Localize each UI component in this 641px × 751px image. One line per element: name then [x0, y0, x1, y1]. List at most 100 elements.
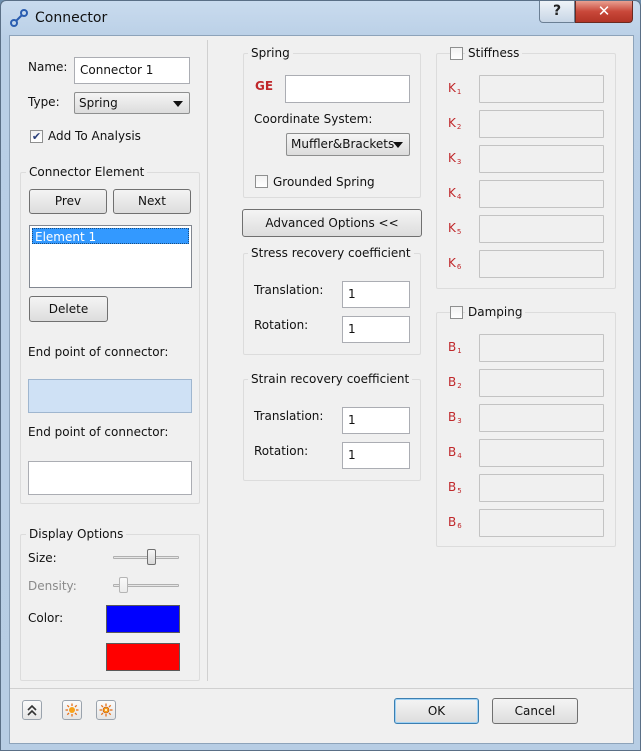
advanced-options-button[interactable]: Advanced Options << — [242, 209, 422, 237]
k-label-4: K4 — [448, 186, 461, 201]
color-swatch-secondary[interactable] — [106, 643, 180, 671]
b-label-subscript: 2 — [457, 382, 462, 390]
strain-rotation-label: Rotation: — [254, 444, 309, 458]
k-label-subscript: 2 — [456, 123, 462, 131]
coordinate-system-select[interactable]: Muffler&Brackets — [286, 133, 410, 156]
help-button[interactable]: ? — [539, 1, 575, 23]
k-input-6[interactable] — [479, 250, 604, 278]
prev-button[interactable]: Prev — [29, 189, 107, 214]
connector-app-icon — [10, 9, 28, 27]
b-label-letter: B — [448, 375, 457, 389]
k-label-letter: K — [448, 221, 456, 235]
ge-label: GE — [255, 79, 274, 93]
panel-divider — [207, 40, 208, 681]
next-button[interactable]: Next — [113, 189, 191, 214]
b-label-5: B5 — [448, 480, 462, 495]
b-label-subscript: 3 — [457, 417, 462, 425]
stress-translation-input[interactable]: 1 — [342, 281, 410, 308]
strain-rotation-input[interactable]: 1 — [342, 442, 410, 469]
window-title: Connector — [35, 10, 108, 26]
k-label-letter: K — [448, 151, 456, 165]
ok-button[interactable]: OK — [394, 698, 479, 724]
k-label-letter: K — [448, 81, 456, 95]
density-label: Density: — [28, 579, 77, 593]
connector-dialog: Connector ? ✕ Name: Connector 1 Type: Sp… — [0, 0, 641, 751]
chevron-down-icon — [173, 101, 183, 107]
grounded-spring-checkbox[interactable] — [255, 175, 268, 188]
title-bar: Connector ? ✕ — [1, 1, 641, 35]
size-slider[interactable] — [147, 549, 157, 565]
coordinate-system-value: Muffler&Brackets — [291, 137, 395, 151]
endpoint1-label: End point of connector: — [28, 345, 169, 359]
b-label-subscript: 1 — [457, 347, 462, 355]
k-label-1: K1 — [448, 81, 461, 96]
k-input-3[interactable] — [479, 145, 604, 173]
b-label-3: B3 — [448, 410, 462, 425]
k-label-letter: K — [448, 116, 456, 130]
delete-button[interactable]: Delete — [29, 296, 108, 322]
k-label-subscript: 3 — [456, 158, 462, 166]
endpoint2-field[interactable] — [28, 461, 192, 495]
grounded-spring-label: Grounded Spring — [273, 175, 375, 189]
b-input-3[interactable] — [479, 404, 604, 432]
strain-recovery-title: Strain recovery coefficient — [248, 372, 413, 386]
name-input[interactable]: Connector 1 — [74, 57, 190, 84]
sun-icon — [65, 703, 79, 717]
cancel-button[interactable]: Cancel — [492, 698, 578, 724]
k-label-2: K2 — [448, 116, 461, 131]
list-item[interactable]: Element 1 — [32, 228, 189, 244]
add-to-analysis-label: Add To Analysis — [48, 129, 141, 143]
close-button[interactable]: ✕ — [575, 1, 633, 23]
chevron-down-icon — [393, 142, 403, 148]
add-to-analysis-checkbox[interactable]: ✔ — [30, 130, 43, 143]
b-label-6: B6 — [448, 515, 462, 530]
sun-settings-icon — [99, 703, 113, 717]
b-label-letter: B — [448, 410, 457, 424]
b-label-letter: B — [448, 480, 457, 494]
sun-settings-button[interactable] — [96, 700, 116, 720]
density-slider[interactable] — [118, 577, 128, 593]
b-input-5[interactable] — [479, 474, 604, 502]
color-label: Color: — [28, 611, 64, 625]
size-label: Size: — [28, 551, 57, 565]
k-label-letter: K — [448, 186, 456, 200]
b-input-1[interactable] — [479, 334, 604, 362]
b-label-subscript: 6 — [457, 522, 462, 530]
type-select[interactable]: Spring — [74, 92, 190, 114]
k-input-4[interactable] — [479, 180, 604, 208]
stiffness-checkbox[interactable] — [450, 47, 463, 60]
stress-rotation-label: Rotation: — [254, 318, 309, 332]
double-chevron-up-icon — [27, 704, 37, 716]
stress-rotation-input[interactable]: 1 — [342, 316, 410, 343]
endpoint1-field[interactable] — [28, 379, 192, 413]
b-label-subscript: 5 — [457, 487, 462, 495]
damping-checkbox[interactable] — [450, 306, 463, 319]
b-label-letter: B — [448, 445, 457, 459]
sun-button[interactable] — [62, 700, 82, 720]
color-swatch-primary[interactable] — [106, 605, 180, 633]
connector-element-title: Connector Element — [26, 165, 148, 179]
b-label-letter: B — [448, 515, 457, 529]
k-input-1[interactable] — [479, 75, 604, 103]
b-input-2[interactable] — [479, 369, 604, 397]
k-label-subscript: 1 — [456, 88, 462, 96]
name-label: Name: — [28, 60, 68, 74]
b-input-4[interactable] — [479, 439, 604, 467]
element-list[interactable]: Element 1 — [29, 225, 192, 288]
size-slider-track — [113, 556, 179, 559]
b-input-6[interactable] — [479, 509, 604, 537]
b-label-subscript: 4 — [457, 452, 462, 460]
collapse-button[interactable] — [22, 700, 42, 720]
k-input-5[interactable] — [479, 215, 604, 243]
strain-translation-input[interactable]: 1 — [342, 407, 410, 434]
display-options-title: Display Options — [26, 527, 127, 541]
k-label-5: K5 — [448, 221, 461, 236]
k-label-subscript: 5 — [456, 228, 462, 236]
k-input-2[interactable] — [479, 110, 604, 138]
stress-recovery-title: Stress recovery coefficient — [248, 246, 414, 260]
dialog-body: Name: Connector 1 Type: Spring ✔ Add To … — [9, 35, 634, 744]
footer-divider — [10, 688, 633, 689]
b-label-letter: B — [448, 340, 457, 354]
strain-translation-label: Translation: — [254, 409, 324, 423]
ge-input[interactable] — [285, 75, 410, 103]
